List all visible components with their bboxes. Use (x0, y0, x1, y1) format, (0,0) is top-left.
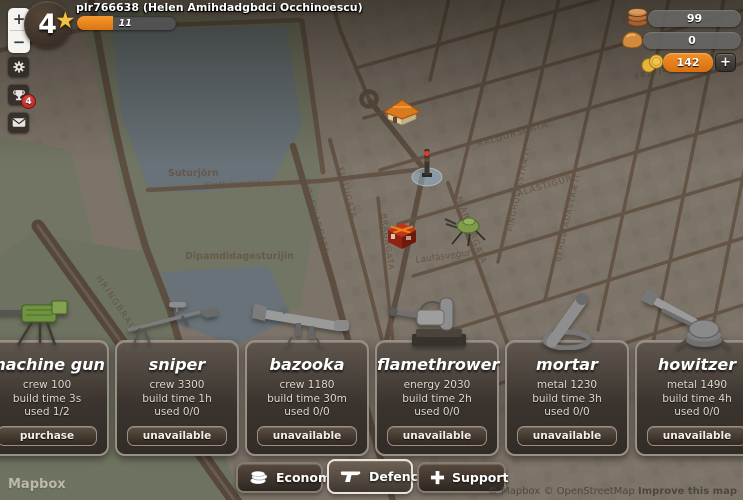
nugget-counter: 0 (643, 32, 741, 49)
unit-stats: energy 2030build time 2hused 0/0 (377, 379, 497, 420)
nugget-icon (620, 28, 645, 50)
unit-card-mortar[interactable]: mortar metal 1230build time 3hused 0/0 u… (505, 340, 629, 456)
xp-progress-bar: 11 (77, 16, 176, 30)
food-icon (626, 5, 649, 28)
unit-stats: metal 1490build time 4hused 0/0 (637, 379, 743, 420)
unit-name: mortar (507, 355, 627, 374)
game-screen: Suturjörn Dipamdidagesturijin SÓLEYJARGA… (0, 0, 743, 500)
unit-stats: crew 1180build time 30mused 0/0 (247, 379, 367, 420)
map-attribution: © Mapbox © OpenStreetMap Improve this ma… (488, 486, 737, 497)
purchase-button[interactable]: unavailable (387, 426, 487, 446)
unit-card-howitzer[interactable]: howitzer metal 1490build time 4hused 0/0… (635, 340, 743, 456)
mail-icon (12, 117, 26, 128)
xp-progress-label: 11 (115, 16, 132, 30)
star-icon: ★ (55, 8, 76, 34)
coins-counter: 142 (663, 53, 713, 72)
unit-name: flamethrower (377, 355, 497, 374)
purchase-button[interactable]: unavailable (127, 426, 227, 446)
attribution-text[interactable]: © Mapbox © OpenStreetMap (488, 486, 635, 497)
add-coins-button[interactable]: + (715, 53, 736, 72)
mapbox-logo[interactable]: Mapbox (8, 477, 66, 492)
unit-name: bazooka (247, 355, 367, 374)
xp-progress-fill (77, 16, 113, 30)
unit-stats: crew 3300build time 1hused 0/0 (117, 379, 237, 420)
coins-icon (640, 50, 665, 73)
settings-button[interactable] (8, 56, 29, 77)
improve-map-link[interactable]: Improve this map (638, 486, 737, 497)
purchase-button[interactable]: unavailable (647, 426, 743, 446)
unit-name: machine gun (0, 355, 107, 374)
purchase-button[interactable]: unavailable (517, 426, 617, 446)
unit-card-bazooka[interactable]: bazooka crew 1180build time 30mused 0/0 … (245, 340, 369, 456)
unit-name: sniper (117, 355, 237, 374)
mail-button[interactable] (8, 112, 29, 133)
player-name: plr766638 (Helen Amihdadgbdci Occhinoesc… (76, 1, 406, 14)
purchase-button[interactable]: purchase (0, 426, 97, 446)
pistol-icon (340, 469, 362, 484)
food-counter: 99 (648, 10, 741, 27)
plus-icon (430, 470, 445, 485)
unit-name: howitzer (637, 355, 743, 374)
economy-icon (249, 470, 269, 485)
gear-icon (12, 60, 26, 74)
unit-card-machine-gun[interactable]: machine gun crew 100build time 3sused 1/… (0, 340, 109, 456)
map-canvas[interactable]: Suturjörn Dipamdidagesturijin SÓLEYJARGA… (0, 0, 743, 500)
tab-economy[interactable]: Economy (236, 462, 323, 493)
purchase-button[interactable]: unavailable (257, 426, 357, 446)
unit-card-flamethrower[interactable]: flamethrower energy 2030build time 2huse… (375, 340, 499, 456)
achievements-notification-badge: 4 (21, 94, 36, 109)
unit-stats: metal 1230build time 3hused 0/0 (507, 379, 627, 420)
tab-defence[interactable]: Defence (327, 459, 413, 494)
unit-card-sniper[interactable]: sniper crew 3300build time 1hused 0/0 un… (115, 340, 239, 456)
tab-label: Support (452, 470, 509, 485)
unit-stats: crew 100build time 3sused 1/2 (0, 379, 107, 420)
